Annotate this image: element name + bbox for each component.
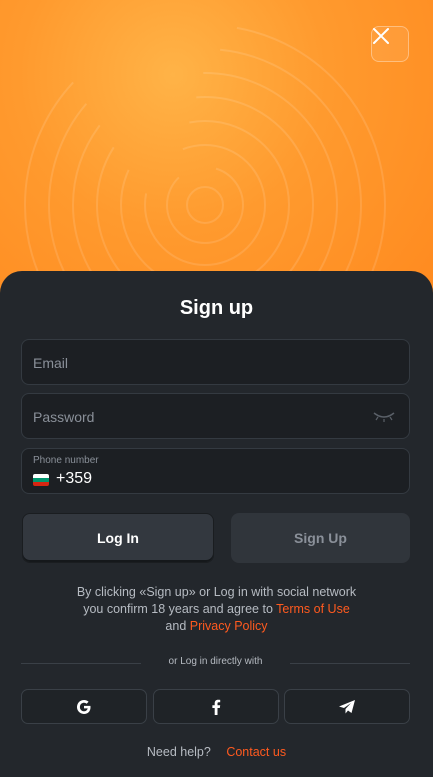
form-title: Sign up <box>179 297 254 319</box>
terms-line-1: By clicking «Sign up» or Log in with soc… <box>76 585 357 599</box>
login-tab-button[interactable]: Log In <box>22 513 214 563</box>
telegram-login-button[interactable] <box>284 689 410 724</box>
signup-sheet: Sign up Email Password Phone number +359… <box>0 271 433 777</box>
bulgaria-flag-icon[interactable] <box>33 474 49 486</box>
email-field[interactable]: Email <box>21 339 410 385</box>
google-icon <box>77 699 91 714</box>
divider-line-right <box>290 663 410 664</box>
hero-banner <box>0 0 433 300</box>
facebook-login-button[interactable] <box>153 689 279 724</box>
telegram-icon <box>339 699 355 713</box>
terms-line-3: and Privacy Policy <box>0 618 433 635</box>
signup-tab-button[interactable]: Sign Up <box>231 513 410 563</box>
phone-label: Phone number <box>33 455 99 466</box>
concentric-rings-decoration <box>24 24 386 300</box>
privacy-policy-link[interactable]: Privacy Policy <box>190 619 268 633</box>
help-row: Need help? Contact us <box>0 745 433 759</box>
google-login-button[interactable] <box>21 689 147 724</box>
eye-closed-icon[interactable] <box>373 411 395 423</box>
terms-of-use-link[interactable]: Terms of Use <box>276 602 350 616</box>
terms-line-2: you confirm 18 years and agree to Terms … <box>0 601 433 618</box>
need-help-text: Need help? <box>146 745 211 759</box>
terms-text: By clicking «Sign up» or Log in with soc… <box>0 584 433 635</box>
terms-line-2-text: you confirm 18 years and agree to <box>83 602 273 616</box>
divider-text: or Log in directly with <box>168 656 263 667</box>
contact-us-link[interactable]: Contact us <box>226 745 286 759</box>
facebook-icon <box>212 699 221 715</box>
terms-and-text: and <box>165 619 187 633</box>
social-divider: or Log in directly with <box>21 656 410 670</box>
password-field[interactable]: Password <box>21 393 410 439</box>
password-placeholder: Password <box>33 409 95 425</box>
close-icon <box>373 28 389 44</box>
email-placeholder: Email <box>33 355 69 371</box>
close-button[interactable] <box>371 26 409 62</box>
phone-field[interactable]: Phone number +359 <box>21 448 410 494</box>
phone-country-code: +359 <box>56 470 93 487</box>
